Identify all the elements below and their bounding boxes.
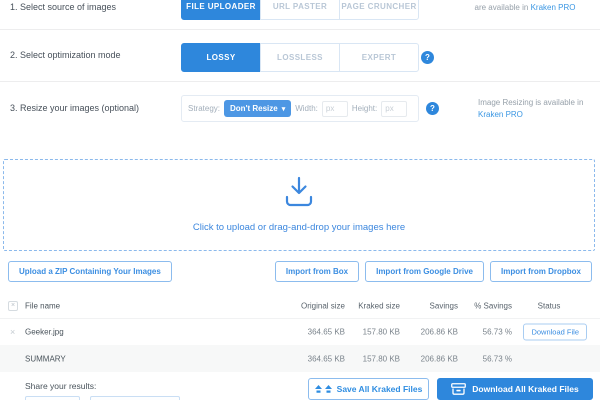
width-label: Width: xyxy=(295,104,318,113)
row-file-name: Geeker.jpg xyxy=(25,328,64,337)
height-label: Height: xyxy=(352,104,377,113)
tab-lossless[interactable]: LOSSLESS xyxy=(260,43,340,72)
download-file-button[interactable]: Download File xyxy=(523,324,587,341)
summary-label: SUMMARY xyxy=(25,354,66,363)
pro-note-top-text: are available in xyxy=(475,3,529,12)
resize-controls: Strategy: Don't Resize Width: Height: xyxy=(181,95,419,122)
table-row: Geeker.jpg 364.65 KB 157.80 KB 206.86 KB… xyxy=(0,318,600,345)
section-divider xyxy=(0,29,600,30)
upload-instruction: Click to upload or drag-and-drop your im… xyxy=(4,222,594,233)
summary-savings: 206.86 KB xyxy=(421,354,458,363)
pro-note-resize-text: Image Resizing is available in xyxy=(478,98,583,107)
save-all-label: Save All Kraked Files xyxy=(337,384,423,394)
import-dropbox-button[interactable]: Import from Dropbox xyxy=(490,261,592,282)
strategy-value: Don't Resize xyxy=(230,104,278,113)
clear-all-icon[interactable] xyxy=(8,301,18,311)
header-savings: Savings xyxy=(430,301,458,310)
mode-help-icon[interactable] xyxy=(421,51,434,64)
upload-dropzone[interactable]: Click to upload or drag-and-drop your im… xyxy=(3,159,595,251)
section-divider xyxy=(0,81,600,82)
chevron-down-icon xyxy=(282,104,286,113)
mode-section-label: 2. Select optimization mode xyxy=(10,50,121,60)
import-buttons: Import from Box Import from Google Drive… xyxy=(275,261,592,282)
share-button-partial[interactable] xyxy=(25,396,80,400)
tab-lossy[interactable]: LOSSY xyxy=(181,43,261,72)
archive-box-icon xyxy=(451,383,466,395)
resize-help-icon[interactable] xyxy=(426,102,439,115)
header-original-size: Original size xyxy=(301,301,345,310)
width-input[interactable] xyxy=(322,101,348,117)
import-box-button[interactable]: Import from Box xyxy=(275,261,359,282)
share-button-partial[interactable] xyxy=(90,396,180,400)
download-all-label: Download All Kraked Files xyxy=(472,384,578,394)
row-savings: 206.86 KB xyxy=(421,328,458,337)
remove-file-icon[interactable] xyxy=(10,327,15,337)
resize-section-label: 3. Resize your images (optional) xyxy=(10,103,139,113)
save-all-kraked-files-button[interactable]: Save All Kraked Files xyxy=(308,378,429,400)
table-header: File name Original size Kraked size Savi… xyxy=(0,293,600,318)
upload-zip-button[interactable]: Upload a ZIP Containing Your Images xyxy=(8,261,172,282)
tab-page-cruncher[interactable]: PAGE CRUNCHER xyxy=(339,0,419,20)
height-input[interactable] xyxy=(381,101,407,117)
tab-url-paster[interactable]: URL PASTER xyxy=(260,0,340,20)
row-pct-savings: 56.73 % xyxy=(483,328,512,337)
tab-file-uploader[interactable]: FILE UPLOADER xyxy=(181,0,261,20)
summary-pct-savings: 56.73 % xyxy=(483,354,512,363)
strategy-dropdown[interactable]: Don't Resize xyxy=(224,100,291,117)
download-arrow-icon xyxy=(280,176,318,208)
pro-note-top: are available in Kraken PRO xyxy=(455,3,595,12)
summary-original-size: 364.65 KB xyxy=(308,354,345,363)
table-summary-row: SUMMARY 364.65 KB 157.80 KB 206.86 KB 56… xyxy=(0,345,600,372)
summary-kraked-size: 157.80 KB xyxy=(363,354,400,363)
kraken-optimizer-page: 1. Select source of images FILE UPLOADER… xyxy=(0,0,600,400)
header-pct-savings: % Savings xyxy=(474,301,512,310)
header-kraked-size: Kraked size xyxy=(358,301,400,310)
header-status: Status xyxy=(510,301,588,310)
kraken-pro-link-top[interactable]: Kraken PRO xyxy=(531,3,576,12)
import-google-drive-button[interactable]: Import from Google Drive xyxy=(365,261,484,282)
strategy-label: Strategy: xyxy=(188,104,220,113)
row-kraked-size: 157.80 KB xyxy=(363,328,400,337)
pro-note-resize: Image Resizing is available in Kraken PR… xyxy=(478,97,593,121)
header-file-name: File name xyxy=(25,301,60,310)
tab-expert[interactable]: EXPERT xyxy=(339,43,419,72)
save-cloud-arrows-icon xyxy=(315,384,332,395)
download-all-kraked-files-button[interactable]: Download All Kraked Files xyxy=(437,378,593,400)
source-tabs: FILE UPLOADER URL PASTER PAGE CRUNCHER xyxy=(181,0,419,20)
share-results-label: Share your results: xyxy=(25,381,96,391)
kraken-pro-link-resize[interactable]: Kraken PRO xyxy=(478,110,523,119)
mode-tabs: LOSSY LOSSLESS EXPERT xyxy=(181,43,419,72)
row-original-size: 364.65 KB xyxy=(308,328,345,337)
source-section-label: 1. Select source of images xyxy=(10,2,116,12)
